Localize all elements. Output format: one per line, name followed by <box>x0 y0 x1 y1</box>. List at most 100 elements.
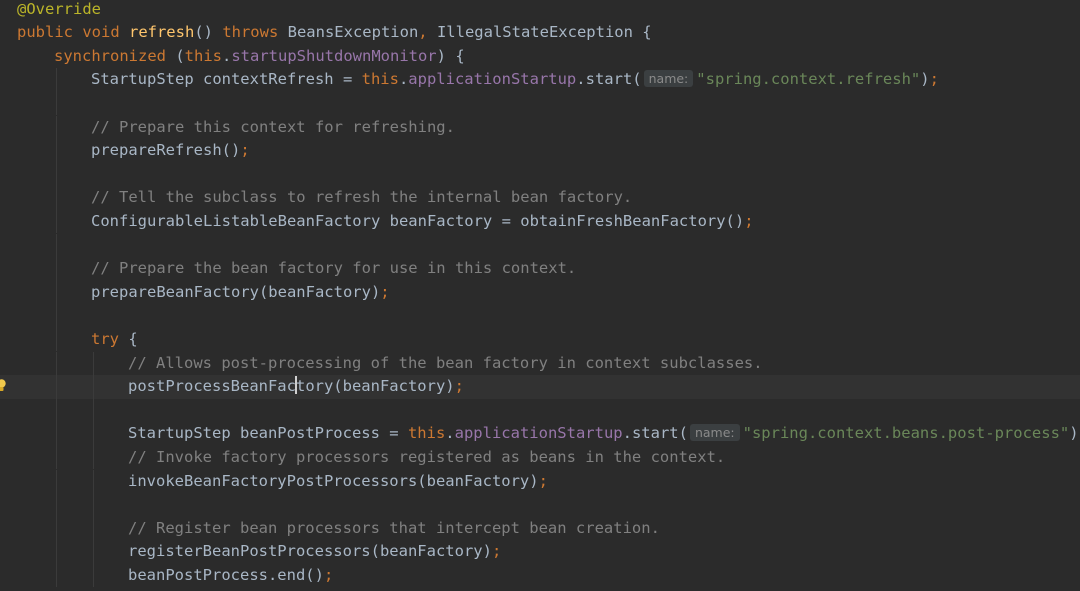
code-text: prepareRefresh(); <box>91 139 250 163</box>
indent-guide <box>93 375 94 399</box>
code-text: // Tell the subclass to refresh the inte… <box>91 186 632 210</box>
indent-guide <box>93 422 94 446</box>
code-token: StartupStep beanPostProcess = <box>128 424 408 443</box>
indent-guide <box>56 304 57 328</box>
code-token: this <box>407 424 446 443</box>
indent-guide <box>56 280 57 305</box>
code-line[interactable] <box>0 304 1080 328</box>
indent-guide <box>56 257 57 281</box>
code-line[interactable]: // Prepare this context for refreshing. <box>0 115 1080 140</box>
indent-guide <box>56 327 57 352</box>
code-line[interactable]: // Tell the subclass to refresh the inte… <box>0 186 1080 210</box>
code-line[interactable]: StartupStep beanPostProcess = this.appli… <box>0 422 1080 446</box>
code-line[interactable]: StartupStep contextRefresh = this.applic… <box>0 68 1080 92</box>
indent-guide <box>56 68 57 92</box>
code-token: refresh <box>128 23 195 42</box>
code-line[interactable]: public void refresh() throws BeansExcept… <box>0 21 1080 45</box>
code-token: synchronized <box>54 46 176 65</box>
code-text: @Override <box>17 0 101 21</box>
code-token: this <box>184 46 222 65</box>
code-token: ; <box>454 377 464 396</box>
code-line[interactable] <box>0 162 1080 187</box>
code-line[interactable]: beanPostProcess.end(); <box>0 563 1080 588</box>
indent-guide <box>93 493 94 517</box>
code-token: . <box>222 46 232 65</box>
indent-guide <box>56 162 57 187</box>
code-token: applicationStartup <box>408 70 577 89</box>
code-line[interactable]: // Register bean processors that interce… <box>0 516 1080 541</box>
indent-guide <box>93 445 94 470</box>
code-text: StartupStep contextRefresh = this.applic… <box>91 68 939 92</box>
code-token: registerBeanPostProcessors(beanFactory) <box>128 542 492 561</box>
inlay-hint: name: <box>689 424 740 442</box>
indent-guide <box>56 516 57 541</box>
code-token: ; <box>240 141 250 160</box>
code-line[interactable]: prepareBeanFactory(beanFactory); <box>0 280 1080 305</box>
inlay-hint: name: <box>643 70 694 88</box>
code-token: // Prepare the bean factory for use in t… <box>91 259 577 278</box>
code-token: public void <box>17 23 129 42</box>
code-line[interactable]: ConfigurableListableBeanFactory beanFact… <box>0 209 1080 234</box>
indent-guide <box>56 469 57 494</box>
indent-guide <box>56 186 57 210</box>
code-text: // Prepare this context for refreshing. <box>91 116 455 140</box>
code-token: prepareBeanFactory(beanFactory) <box>91 282 381 301</box>
code-text: postProcessBeanFactory(beanFactory); <box>128 375 464 399</box>
code-line[interactable]: try { <box>0 327 1080 352</box>
indent-guide <box>93 351 94 376</box>
code-token: ; <box>929 70 939 89</box>
code-token: .start( <box>622 424 688 443</box>
code-line[interactable]: prepareRefresh(); <box>0 139 1080 163</box>
code-token: ; <box>380 282 390 301</box>
code-token: throws <box>222 23 288 42</box>
code-line[interactable]: postProcessBeanFactory(beanFactory); <box>0 375 1080 399</box>
code-line[interactable]: synchronized (this.startupShutdownMonito… <box>0 45 1080 69</box>
indent-guide <box>56 115 57 140</box>
indent-guide <box>93 469 94 494</box>
code-line[interactable]: invokeBeanFactoryPostProcessors(beanFact… <box>0 469 1080 494</box>
code-token: "spring.context.refresh" <box>696 70 921 89</box>
code-editor[interactable]: @Override public void refresh() throws Be… <box>0 0 1080 591</box>
code-token: BeansException <box>287 23 419 42</box>
code-line[interactable]: @Override <box>0 0 1080 21</box>
indent-guide <box>56 398 57 423</box>
code-token: beanPostProcess.end() <box>128 565 324 584</box>
code-token: ) { <box>436 46 465 65</box>
code-text: beanPostProcess.end(); <box>128 564 333 588</box>
code-token: ; <box>538 471 548 490</box>
code-token: invokeBeanFactoryPostProcessors(beanFact… <box>128 471 539 490</box>
code-line[interactable] <box>0 233 1080 258</box>
indent-guide <box>56 375 57 399</box>
code-line[interactable] <box>0 493 1080 517</box>
code-token: applicationStartup <box>454 424 623 443</box>
code-text: invokeBeanFactoryPostProcessors(beanFact… <box>128 470 548 494</box>
indent-guide <box>56 563 57 588</box>
code-line[interactable]: // Invoke factory processors registered … <box>0 445 1080 470</box>
code-line[interactable] <box>0 398 1080 423</box>
code-token: ) <box>920 70 930 89</box>
indent-guide <box>56 209 57 234</box>
code-text: StartupStep beanPostProcess = this.appli… <box>128 422 1080 446</box>
code-token: ) <box>1069 424 1079 443</box>
indent-guide <box>56 422 57 446</box>
indent-guide <box>93 563 94 588</box>
code-line[interactable]: registerBeanPostProcessors(beanFactory); <box>0 540 1080 564</box>
code-text: try { <box>91 328 138 352</box>
code-text: public void refresh() throws BeansExcept… <box>17 21 652 45</box>
code-token: , <box>418 23 437 42</box>
code-token: "spring.context.beans.post-process" <box>742 424 1070 443</box>
code-token: // Prepare this context for refreshing. <box>91 117 455 136</box>
code-token: ( <box>175 46 185 65</box>
code-text: // Invoke factory processors registered … <box>128 446 725 470</box>
code-line[interactable] <box>0 91 1080 116</box>
lightbulb-icon[interactable] <box>0 379 6 392</box>
code-token: ; <box>323 565 334 584</box>
indent-guide <box>56 445 57 470</box>
code-token: ; <box>491 542 502 561</box>
indent-guide <box>93 516 94 541</box>
indent-guide <box>56 493 57 517</box>
code-line[interactable]: // Prepare the bean factory for use in t… <box>0 257 1080 281</box>
code-token: StartupStep contextRefresh = <box>91 70 362 89</box>
code-line[interactable]: // Allows post-processing of the bean fa… <box>0 351 1080 376</box>
code-text: registerBeanPostProcessors(beanFactory); <box>128 540 501 564</box>
